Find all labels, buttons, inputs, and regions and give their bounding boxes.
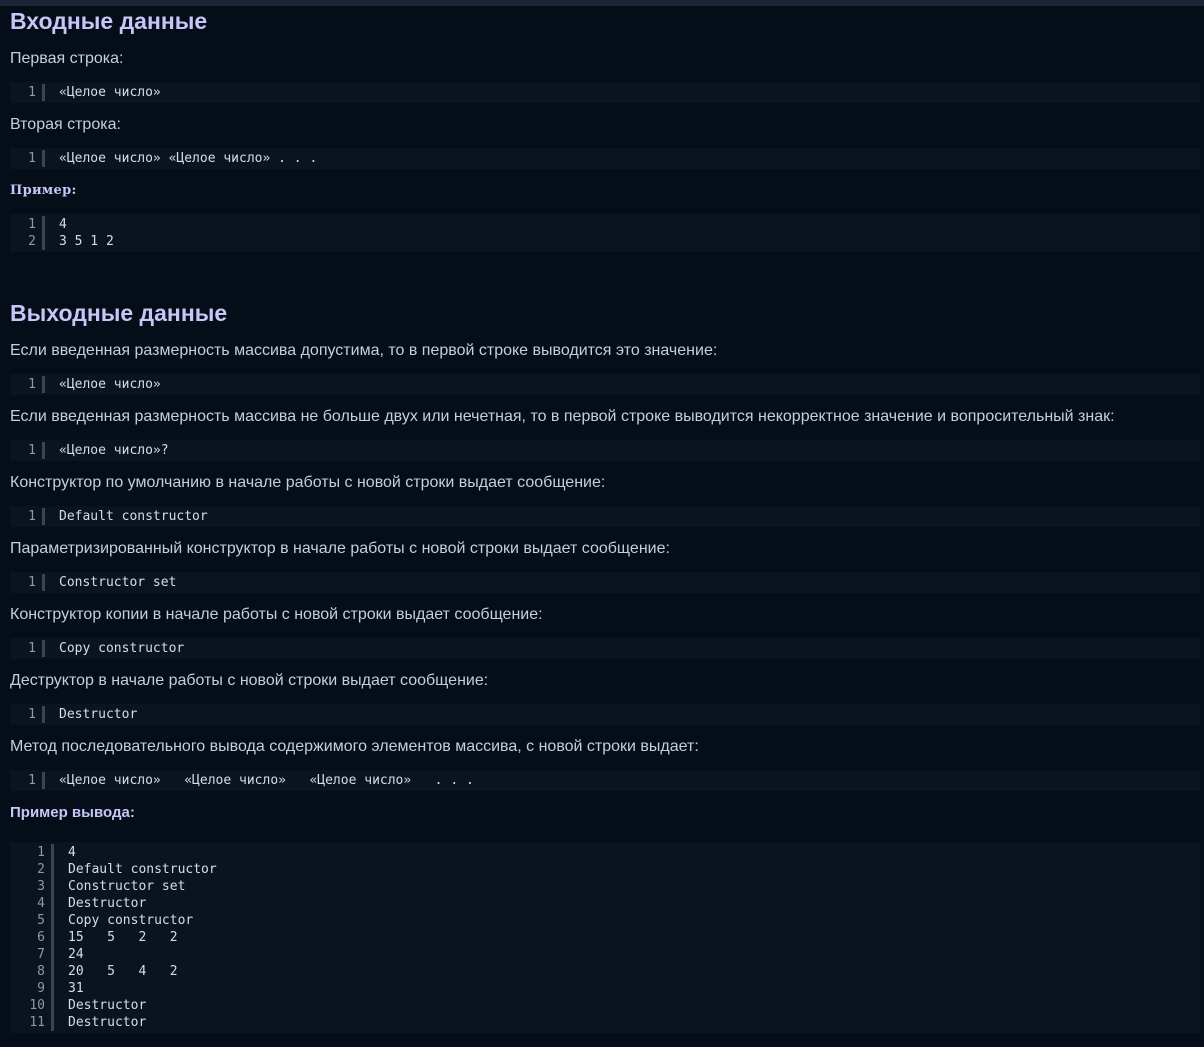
code-block-output-rule: 1 Constructor set [10, 572, 1200, 593]
code-text: 4 [68, 845, 76, 860]
code-text: 4 [59, 217, 67, 232]
line-number: 1 [10, 640, 45, 657]
code-line: 14 [10, 844, 1200, 861]
code-text: «Целое число» [59, 85, 161, 100]
output-rule-label: Деструктор в начале работы с новой строк… [10, 672, 489, 689]
line-number: 8 [10, 963, 54, 980]
code-block-output-example: 1 4 2 Default constructor 3 Constructor set 4 D… [10, 842, 1200, 1033]
code-block-output-rule: 1 «Целое число» «Целое число» «Целое числ… [10, 770, 1200, 791]
code-block-output-rule: 1 «Целое число» [10, 374, 1200, 395]
output-rule-label: Параметризированный конструктор в начале… [10, 540, 670, 557]
code-line: 5 Copy constructor [10, 912, 1200, 929]
code-text: Default constructor [68, 862, 217, 877]
code-line: 1 «Целое число»? [10, 442, 1200, 459]
line-number: 1 [10, 442, 45, 459]
line-number: 1 [10, 772, 45, 789]
code-text: 24 [68, 947, 84, 962]
code-line: 14 [10, 216, 1200, 233]
output-section-title: Выходные данные [10, 300, 228, 326]
line-number: 1 [10, 706, 45, 723]
code-line: 1 Constructor set [10, 574, 1200, 591]
output-rule-label: Если введенная размерность массива допус… [10, 342, 718, 359]
code-block-input-example: 142 3 5 1 2 [10, 214, 1200, 252]
problem-statement: Входные данные Первая строка: 1 «Целое чи… [10, 6, 1200, 1033]
code-text: 31 [68, 981, 84, 996]
code-text: «Целое число»? [59, 443, 169, 458]
second-line-label: Вторая строка: [10, 116, 121, 133]
code-line: 9 31 [10, 980, 1200, 997]
line-number: 1 [10, 844, 54, 861]
code-text: «Целое число» «Целое число» . . . [59, 151, 318, 166]
line-number: 4 [10, 895, 54, 912]
code-text: Destructor [68, 998, 147, 1013]
code-block-first-line: 1 «Целое число» [10, 82, 1200, 103]
code-text: 20 5 4 2 [68, 964, 178, 979]
code-text: Destructor [68, 896, 147, 911]
line-number: 2 [10, 233, 45, 250]
line-number: 1 [10, 84, 45, 101]
line-number: 9 [10, 980, 54, 997]
output-rule-label: Если введенная размерность массива не бо… [10, 408, 1115, 425]
code-line: 2 3 5 1 2 [10, 233, 1200, 250]
code-line: 1 «Целое число» [10, 376, 1200, 393]
code-line: 8 20 5 4 2 [10, 963, 1200, 980]
code-text: 3 5 1 2 [59, 234, 114, 249]
line-number: 7 [10, 946, 54, 963]
code-line: 4 Destructor [10, 895, 1200, 912]
code-block-output-rule: 1 Copy constructor [10, 638, 1200, 659]
code-text: Constructor set [59, 575, 177, 590]
line-number: 11 [10, 1014, 54, 1031]
code-line: 1 «Целое число» «Целое число» . . . [10, 150, 1200, 167]
code-text: Default constructor [59, 509, 208, 524]
code-block-output-rule: 1 Destructor [10, 704, 1200, 725]
code-text: Destructor [59, 707, 138, 722]
code-block-second-line: 1 «Целое число» «Целое число» . . . [10, 148, 1200, 169]
code-line: 2 Default constructor [10, 861, 1200, 878]
code-block-output-rule: 1 «Целое число»? [10, 440, 1200, 461]
code-line: 1 Default constructor [10, 508, 1200, 525]
code-text: Constructor set [68, 879, 186, 894]
code-line: 1 «Целое число» [10, 84, 1200, 101]
line-number: 1 [10, 150, 45, 167]
code-line: 1 Copy constructor [10, 640, 1200, 657]
code-text: «Целое число» «Целое число» «Целое число… [59, 773, 474, 788]
code-text: 15 5 2 2 [68, 930, 178, 945]
line-number: 6 [10, 929, 54, 946]
first-line-label: Первая строка: [10, 50, 124, 67]
code-line: 1 «Целое число» «Целое число» «Целое числ… [10, 772, 1200, 789]
code-text: Copy constructor [68, 913, 194, 928]
code-line: 6 15 5 2 2 [10, 929, 1200, 946]
line-number: 5 [10, 912, 54, 929]
output-rule-label: Конструктор копии в начале работы с ново… [10, 606, 543, 623]
output-example-label: Пример вывода: [10, 804, 135, 821]
line-number: 1 [10, 508, 45, 525]
code-line: 10 Destructor [10, 997, 1200, 1014]
code-block-output-rule: 1 Default constructor [10, 506, 1200, 527]
code-text: Destructor [68, 1015, 147, 1030]
output-rule-label: Конструктор по умолчанию в начале работы… [10, 474, 606, 491]
line-number: 3 [10, 878, 54, 895]
code-text: «Целое число» [59, 377, 161, 392]
line-number: 10 [10, 997, 54, 1014]
code-line: 1 Destructor [10, 706, 1200, 723]
input-example-label: Пример: [10, 183, 77, 198]
line-number: 1 [10, 376, 45, 393]
code-line: 11 Destructor [10, 1014, 1200, 1031]
output-rule-label: Метод последовательного вывода содержимо… [10, 738, 699, 755]
code-text: Copy constructor [59, 641, 185, 656]
line-number: 2 [10, 861, 54, 878]
line-number: 1 [10, 574, 45, 591]
code-line: 7 24 [10, 946, 1200, 963]
code-line: 3 Constructor set [10, 878, 1200, 895]
line-number: 1 [10, 216, 45, 233]
input-section-title: Входные данные [10, 8, 208, 34]
output-blocks: Если введенная размерность массива допус… [10, 340, 1200, 791]
